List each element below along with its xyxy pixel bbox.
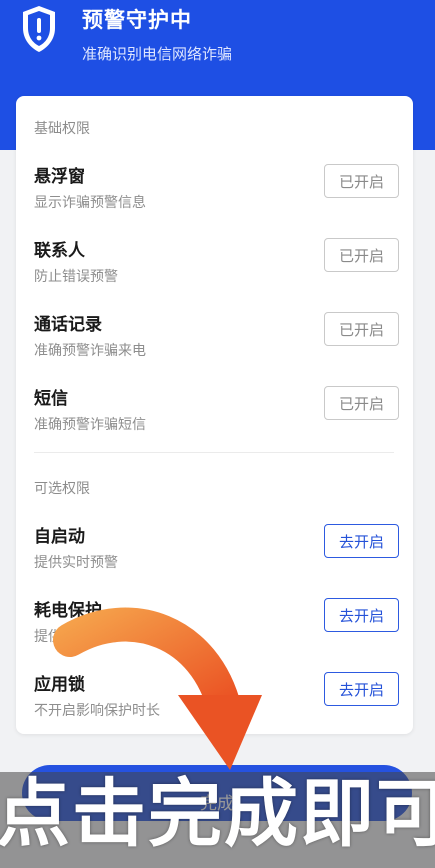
page-title: 预警守护中 [82, 8, 192, 32]
enable-button-autostart[interactable]: 去开启 [324, 524, 399, 558]
permission-row-call-log: 通话记录 准确预警诈骗来电 已开启 [16, 310, 413, 374]
enabled-button-contacts[interactable]: 已开启 [324, 238, 399, 272]
permission-title: 短信 [34, 389, 68, 409]
permission-title: 联系人 [34, 241, 85, 261]
permission-title: 通话记录 [34, 315, 102, 335]
section-divider [34, 452, 394, 453]
shield-icon [23, 6, 55, 52]
permission-row-autostart: 自启动 提供实时预警 去开启 [16, 522, 413, 586]
overlay-caption: 点击完成即可 [0, 771, 435, 857]
enabled-button-overlay[interactable]: 已开启 [324, 164, 399, 198]
enabled-button-sms[interactable]: 已开启 [324, 386, 399, 420]
permission-desc: 准确预警诈骗短信 [34, 417, 146, 433]
permission-row-contacts: 联系人 防止错误预警 已开启 [16, 236, 413, 300]
enable-button-battery[interactable]: 去开启 [324, 598, 399, 632]
permission-row-overlay: 悬浮窗 显示诈骗预警信息 已开启 [16, 162, 413, 226]
permission-title: 悬浮窗 [34, 167, 85, 187]
enable-button-app-lock[interactable]: 去开启 [324, 672, 399, 706]
section-label-basic: 基础权限 [34, 121, 90, 137]
page-subtitle: 准确识别电信网络诈骗 [82, 45, 233, 63]
permission-desc: 显示诈骗预警信息 [34, 195, 146, 211]
permission-desc: 提供实时预警 [34, 555, 118, 571]
permission-title: 自启动 [34, 527, 85, 547]
permission-desc: 防止错误预警 [34, 269, 118, 285]
permission-row-sms: 短信 准确预警诈骗短信 已开启 [16, 384, 413, 448]
section-label-optional: 可选权限 [34, 481, 90, 497]
enabled-button-call-log[interactable]: 已开启 [324, 312, 399, 346]
permission-desc: 准确预警诈骗来电 [34, 343, 146, 359]
